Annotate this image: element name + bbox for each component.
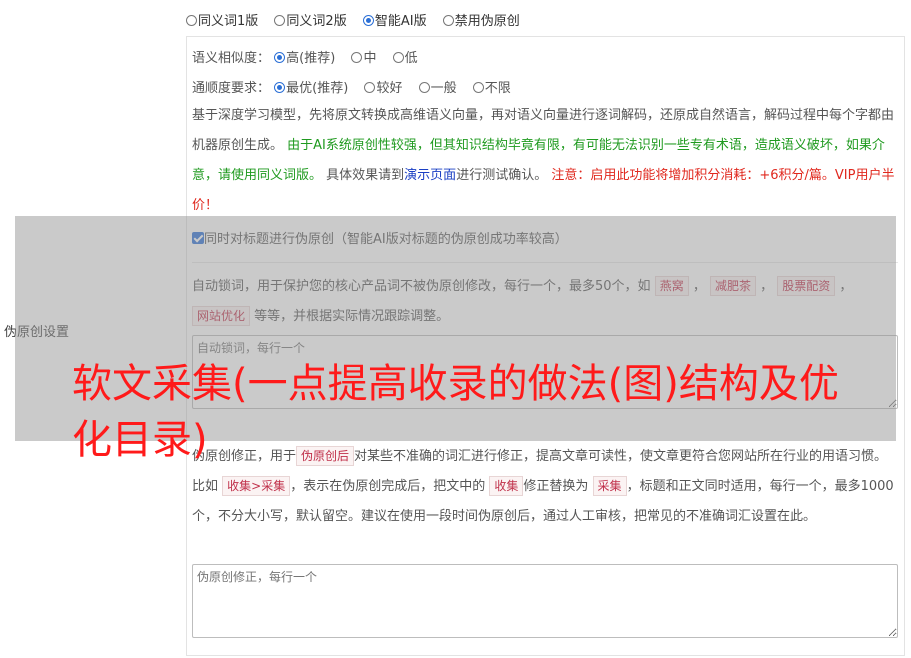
radio-icon: [418, 82, 430, 93]
example-chip: 收集: [489, 476, 524, 496]
radio-icon: [364, 82, 376, 93]
similarity-row: 语义相似度： 高(推荐) 中 低: [192, 47, 430, 66]
similarity-option-medium[interactable]: 中: [351, 51, 376, 66]
version-option-synonym-2[interactable]: 同义词2版: [274, 14, 347, 29]
fluency-label: 通顺度要求：: [192, 81, 271, 96]
radio-icon: [442, 15, 454, 26]
radio-selected-icon: [274, 82, 286, 93]
radio-icon: [392, 52, 404, 63]
example-chip: 收集>采集: [222, 476, 291, 496]
version-option-synonym-1[interactable]: 同义词1版: [186, 14, 258, 29]
similarity-option-low[interactable]: 低: [392, 51, 418, 66]
radio-selected-icon: [274, 52, 286, 63]
example-chip: 采集: [592, 476, 627, 496]
radio-icon: [472, 82, 484, 93]
radio-icon: [274, 15, 286, 26]
demo-page-link[interactable]: 演示页面: [404, 168, 456, 183]
similarity-option-high[interactable]: 高(推荐): [274, 51, 335, 66]
correction-input[interactable]: [192, 564, 898, 638]
radio-icon: [186, 15, 197, 26]
article-headline: 软文采集(一点提高收录的做法(图)结构及优化目录): [72, 361, 839, 463]
fluency-option-normal[interactable]: 一般: [418, 81, 457, 96]
version-options: 同义词1版 同义词2版 智能AI版 禁用伪原创: [186, 10, 532, 29]
ai-description: 基于深度学习模型，先将原文转换成高维语义向量，再对语义向量进行逐词解码，还原成自…: [192, 108, 895, 213]
similarity-label: 语义相似度：: [192, 51, 271, 66]
fluency-option-good[interactable]: 较好: [364, 81, 402, 96]
version-option-smart-ai[interactable]: 智能AI版: [362, 14, 427, 29]
fluency-option-unlimited[interactable]: 不限: [472, 81, 511, 96]
fluency-option-best[interactable]: 最优(推荐): [274, 81, 348, 96]
version-option-disable[interactable]: 禁用伪原创: [442, 14, 520, 29]
fluency-row: 通顺度要求： 最优(推荐) 较好 一般 不限: [192, 77, 523, 96]
radio-icon: [351, 52, 363, 63]
radio-selected-icon: [362, 15, 374, 26]
